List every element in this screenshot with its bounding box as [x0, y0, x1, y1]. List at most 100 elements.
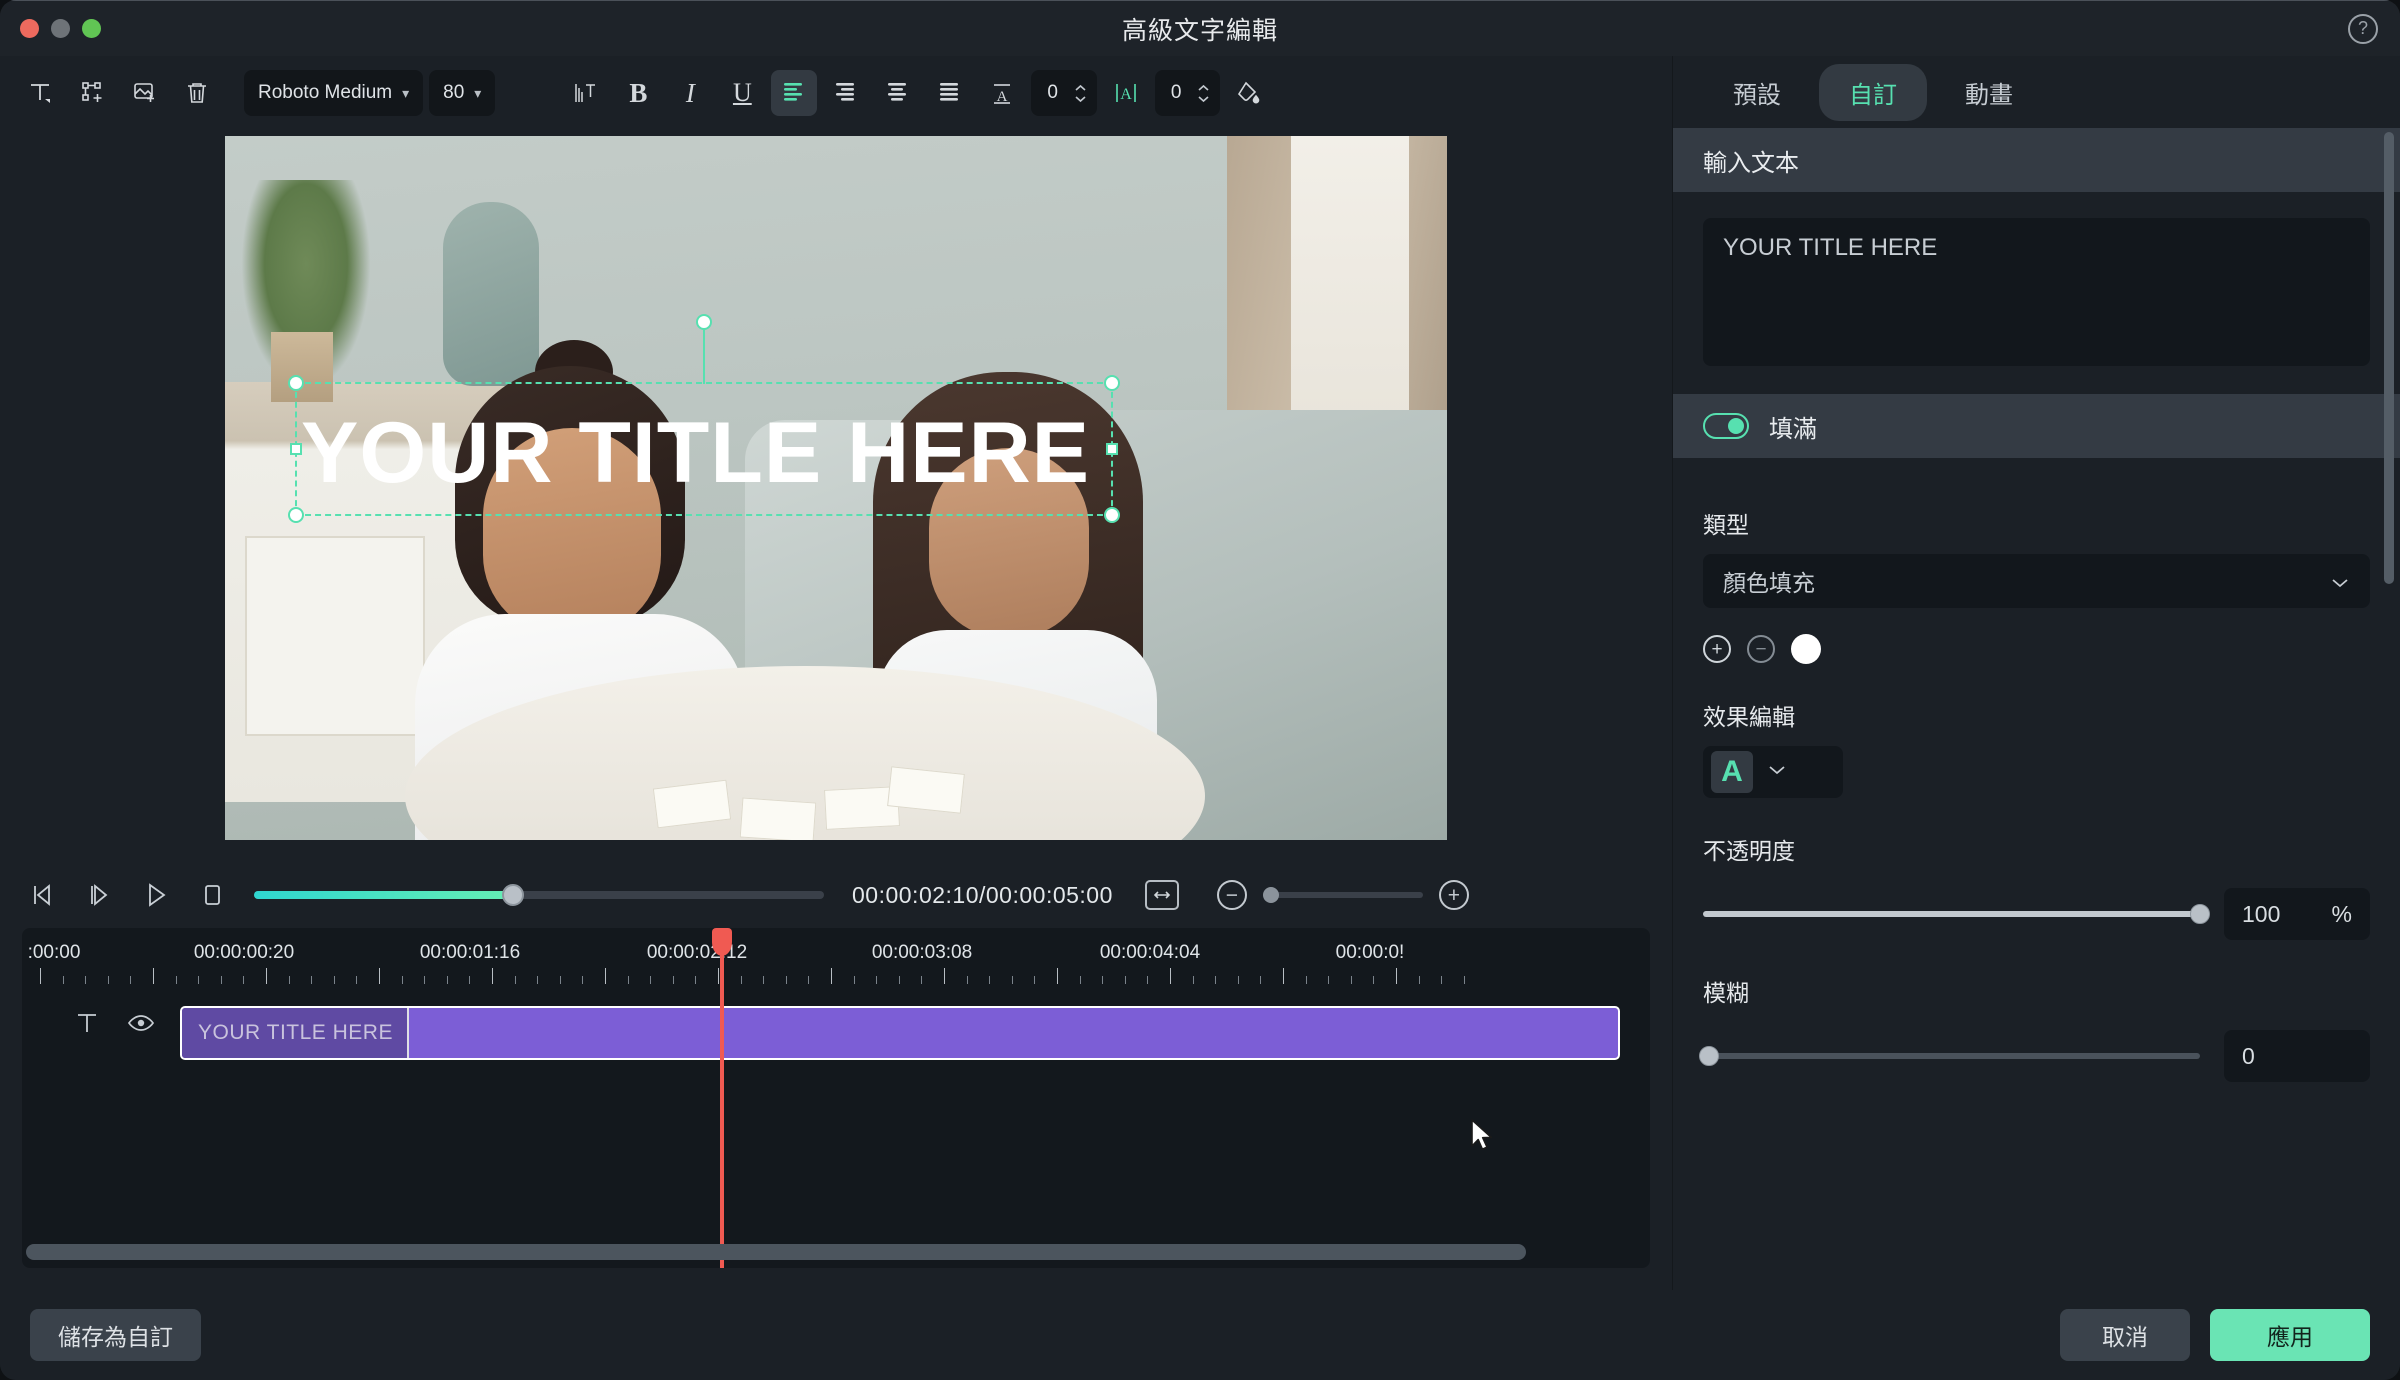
panel-vertical-scrollbar[interactable] [2384, 132, 2394, 584]
fill-type-select[interactable]: 顏色填充 [1703, 554, 2370, 608]
add-shape-icon[interactable] [70, 70, 116, 116]
fit-to-screen-icon[interactable] [1144, 880, 1179, 910]
apply-button[interactable]: 應用 [2210, 1309, 2370, 1361]
timeline-clip[interactable]: YOUR TITLE HERE [180, 1006, 1620, 1060]
ruler-tick [627, 976, 629, 984]
ruler-tick [605, 968, 606, 984]
timeline-panel[interactable]: :00:00 00:00:00:20 00:00:01:16 00:00:02:… [22, 928, 1650, 1268]
ruler-tick [1057, 968, 1058, 984]
seek-slider[interactable] [254, 884, 824, 906]
color-swatch[interactable] [1791, 634, 1821, 664]
timeline-horizontal-scrollbar[interactable] [26, 1244, 1646, 1260]
fill-toggle[interactable] [1703, 413, 1749, 439]
align-justify-icon[interactable] [927, 70, 973, 116]
ruler-tick [718, 968, 719, 984]
line-height-icon[interactable]: A [979, 70, 1025, 116]
save-preset-button[interactable]: 儲存為自訂 [30, 1309, 201, 1361]
resize-handle-top-right[interactable] [1104, 375, 1120, 391]
timeline-ruler[interactable]: :00:00 00:00:00:20 00:00:01:16 00:00:02:… [22, 928, 1650, 990]
align-right-icon[interactable] [823, 70, 869, 116]
percent-unit: % [2331, 900, 2352, 927]
playhead-marker[interactable] [712, 928, 732, 956]
add-color-button[interactable]: + [1703, 635, 1731, 663]
ruler-tick [356, 976, 358, 984]
ruler-label: 00:00:01:16 [419, 942, 521, 963]
ruler-tick [1170, 968, 1171, 984]
letter-spacing-stepper[interactable]: 0 [1154, 70, 1221, 116]
ruler-tick [175, 976, 177, 984]
font-size-select[interactable]: 80 ▾ [429, 70, 496, 116]
eye-icon[interactable] [127, 1014, 155, 1037]
ruler-tick [198, 976, 200, 984]
ruler-label: 00:00:00:20 [193, 942, 295, 963]
window-controls [0, 19, 101, 38]
stepper-arrows-icon[interactable] [1074, 84, 1087, 103]
text-direction-icon[interactable] [563, 70, 609, 116]
opacity-slider[interactable] [1703, 904, 2210, 924]
font-family-select[interactable]: Roboto Medium ▾ [244, 70, 424, 116]
cancel-button[interactable]: 取消 [2060, 1309, 2190, 1361]
remove-color-button[interactable]: − [1747, 635, 1775, 663]
resize-handle-bottom-left[interactable] [288, 507, 304, 523]
page-title: 高級文字編輯 [1121, 16, 1278, 45]
ruler-tick [1418, 976, 1420, 984]
minimize-window-button[interactable] [51, 19, 70, 38]
blur-value-field[interactable]: 0 [2224, 1030, 2370, 1082]
rotate-handle[interactable] [696, 314, 712, 330]
editor-left-column: Roboto Medium ▾ 80 ▾ B I U A 0 A 0 YOUR … [0, 56, 1672, 1290]
text-selection-box[interactable] [288, 314, 1120, 523]
dialog-footer: 儲存為自訂 取消 應用 [0, 1290, 2400, 1380]
stepper-arrows-icon[interactable] [1197, 84, 1210, 103]
align-center-icon[interactable] [875, 70, 921, 116]
play-icon[interactable] [134, 873, 178, 917]
resize-handle-middle-right[interactable] [1106, 443, 1118, 455]
close-window-button[interactable] [20, 19, 39, 38]
stop-icon[interactable] [190, 873, 234, 917]
next-frame-icon[interactable] [78, 873, 122, 917]
ruler-tick [1373, 976, 1375, 984]
ruler-tick [966, 976, 968, 984]
clip-title[interactable]: YOUR TITLE HERE [182, 1008, 409, 1058]
scrollbar-thumb[interactable] [26, 1244, 1526, 1260]
bold-button[interactable]: B [615, 70, 661, 116]
effect-select[interactable]: A [1703, 746, 1843, 798]
playback-controls: 00:00:02:10/00:00:05:00 − + [0, 862, 1672, 928]
resize-handle-middle-left[interactable] [290, 443, 302, 455]
italic-button[interactable]: I [667, 70, 713, 116]
help-icon[interactable]: ? [2348, 13, 2378, 44]
zoom-in-button[interactable]: + [1438, 880, 1469, 910]
underline-button[interactable]: U [719, 70, 765, 116]
letter-spacing-icon[interactable]: A [1103, 70, 1149, 116]
input-text-section: YOUR TITLE HERE [1673, 192, 2400, 366]
zoom-slider-handle[interactable] [1262, 887, 1279, 903]
add-image-icon[interactable] [122, 70, 168, 116]
ruler-tick [379, 968, 380, 984]
ruler-tick [1283, 968, 1284, 984]
ruler-tick [582, 976, 584, 984]
panel-scroll-area[interactable]: 輸入文本 YOUR TITLE HERE 填滿 類型 顏色填充 + − 效果編輯… [1673, 128, 2400, 1290]
text-input-field[interactable]: YOUR TITLE HERE [1703, 218, 2370, 366]
blur-slider-handle[interactable] [1699, 1046, 1719, 1066]
playhead[interactable] [712, 928, 732, 1268]
maximize-window-button[interactable] [82, 19, 101, 38]
seek-handle[interactable] [502, 884, 524, 906]
video-canvas[interactable]: YOUR TITLE HERE [225, 136, 1447, 840]
opacity-slider-handle[interactable] [2190, 904, 2210, 924]
delete-icon[interactable] [174, 70, 220, 116]
resize-handle-bottom-right[interactable] [1104, 507, 1120, 523]
zoom-out-button[interactable]: − [1216, 880, 1247, 910]
blur-slider[interactable] [1699, 1046, 2200, 1066]
ruler-tick [85, 976, 87, 984]
tab-animation[interactable]: 動畫 [1935, 64, 2043, 121]
line-spacing-stepper[interactable]: 0 [1031, 70, 1097, 116]
tab-preset[interactable]: 預設 [1703, 64, 1811, 121]
tab-custom[interactable]: 自訂 [1819, 63, 1927, 121]
opacity-value-field[interactable]: 100 % [2224, 888, 2370, 940]
ruler-tick [243, 976, 245, 984]
resize-handle-top-left[interactable] [288, 375, 304, 391]
add-text-icon[interactable] [18, 70, 64, 116]
zoom-slider[interactable] [1262, 887, 1423, 903]
align-left-icon[interactable] [771, 70, 818, 116]
color-fill-icon[interactable] [1226, 70, 1272, 116]
prev-frame-icon[interactable] [22, 873, 66, 917]
